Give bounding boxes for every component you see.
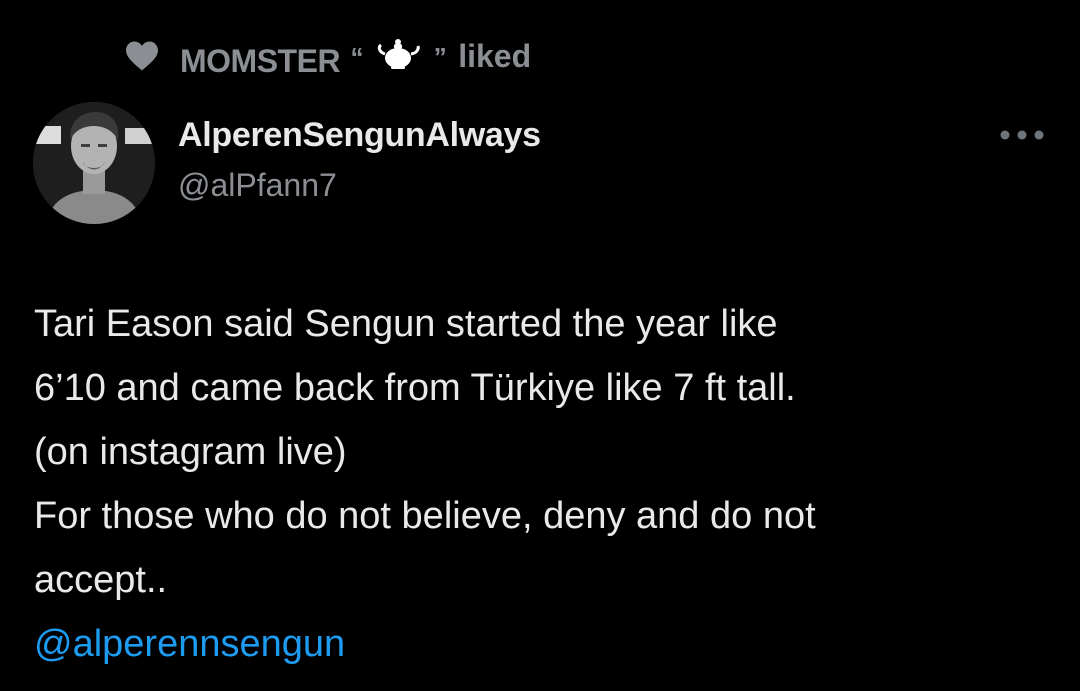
social-context: MOMSTER “ ” liked (124, 32, 532, 80)
author-handle[interactable]: @alPfann7 (178, 167, 337, 204)
heart-icon (124, 40, 160, 72)
tweet-text-line: 6’10 and came back from Türkiye like 7 f… (34, 367, 796, 409)
liked-label: liked (458, 37, 532, 74)
mention-link[interactable]: @alperennsengun (34, 612, 1044, 676)
liker-name: MOMSTER (180, 43, 341, 79)
tweet-text-line: accept.. (34, 559, 168, 601)
teapot-icon (375, 32, 421, 72)
liker-name-link[interactable]: MOMSTER “ ” (180, 32, 448, 80)
more-horizontal-icon (1000, 130, 1044, 140)
more-options-button[interactable] (994, 118, 1050, 152)
open-quote: “ (350, 42, 363, 72)
avatar[interactable] (33, 102, 155, 224)
close-quote: ” (433, 42, 447, 72)
tweet-text-line: Tari Eason said Sengun started the year … (34, 303, 778, 345)
tweet-text-line: For those who do not believe, deny and d… (34, 495, 816, 537)
tweet-text: Tari Eason said Sengun started the year … (34, 292, 1044, 676)
author-display-name[interactable]: AlperenSengunAlways (178, 116, 541, 155)
tweet-text-line: (on instagram live) (34, 431, 347, 473)
